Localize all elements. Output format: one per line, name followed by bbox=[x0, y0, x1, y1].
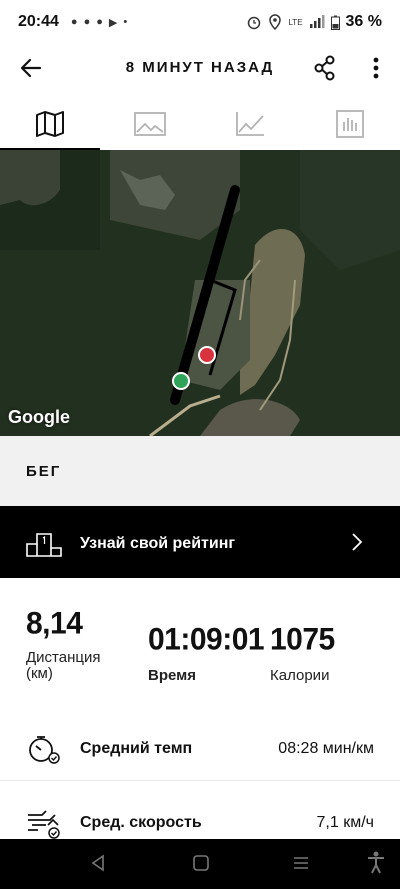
route-end-marker bbox=[198, 346, 216, 364]
route-start-marker bbox=[172, 372, 190, 390]
calories-value: 1075 bbox=[270, 622, 335, 657]
image-icon bbox=[134, 112, 166, 136]
map-icon bbox=[36, 111, 64, 137]
page-title: 8 МИНУТ НАЗАД bbox=[125, 59, 275, 76]
accessibility-icon[interactable] bbox=[366, 851, 386, 875]
battery-percent: 36 % bbox=[345, 13, 382, 30]
distance-value: 8,14 bbox=[26, 606, 83, 641]
system-nav-bar bbox=[0, 839, 400, 889]
avg-speed-label: Сред. скорость bbox=[80, 814, 202, 831]
app-bar: 8 МИНУТ НАЗАД bbox=[0, 44, 400, 92]
alarm-icon bbox=[248, 16, 261, 30]
rating-label: Узнай свой рейтинг bbox=[80, 535, 236, 552]
distance-label: Дистанция (км) bbox=[26, 650, 100, 682]
view-tabs bbox=[0, 98, 400, 151]
share-icon[interactable] bbox=[312, 54, 338, 82]
more-vertical-icon[interactable] bbox=[366, 54, 386, 82]
calories-stat: 1075 Калории bbox=[270, 622, 335, 684]
distance-stat: 8,14 Дистанция (км) bbox=[26, 606, 100, 682]
nav-home-icon[interactable] bbox=[192, 854, 210, 872]
tab-map[interactable] bbox=[0, 98, 100, 151]
tab-photos[interactable] bbox=[100, 98, 200, 150]
dot-icon: • bbox=[123, 16, 128, 28]
bar-chart-icon bbox=[336, 110, 364, 138]
stopwatch-icon bbox=[29, 736, 60, 764]
route-map[interactable]: Google bbox=[0, 150, 400, 436]
activity-type-bar: БЕГ bbox=[0, 436, 400, 506]
avg-pace-row: Средний темп 08:28 мин/км bbox=[0, 716, 400, 781]
line-chart-icon bbox=[236, 112, 264, 136]
chat-icon: ● bbox=[70, 16, 78, 28]
tab-graph[interactable] bbox=[200, 98, 300, 150]
status-time: 20:44 bbox=[18, 13, 59, 30]
battery-icon bbox=[330, 15, 340, 30]
speed-lines-icon bbox=[28, 810, 60, 839]
nav-recents-icon[interactable] bbox=[292, 854, 310, 872]
youtube-icon: ▶ bbox=[108, 16, 118, 29]
avg-speed-value: 7,1 км/ч bbox=[316, 814, 374, 831]
distance-unit: (км) bbox=[26, 665, 53, 682]
signal-icon bbox=[309, 15, 325, 28]
message-icon: ● bbox=[83, 16, 91, 28]
calories-label: Калории bbox=[270, 667, 330, 684]
summary-stats: 8,14 Дистанция (км) 01:09:01 Время 1075 … bbox=[0, 606, 400, 696]
tab-splits[interactable] bbox=[300, 98, 400, 150]
avg-pace-value: 08:28 мин/км bbox=[278, 740, 374, 757]
status-bar: 20:44 ● ● ● ▶ • LTE 36 % bbox=[0, 0, 400, 44]
network-type: LTE bbox=[288, 17, 303, 27]
avg-pace-label: Средний темп bbox=[80, 740, 193, 757]
time-value: 01:09:01 bbox=[148, 622, 265, 657]
time-stat: 01:09:01 Время bbox=[148, 622, 265, 684]
podium-icon bbox=[26, 533, 62, 557]
satellite-map-image bbox=[0, 150, 400, 436]
activity-type: БЕГ bbox=[26, 463, 62, 480]
nav-back-icon[interactable] bbox=[90, 854, 106, 872]
chevron-right-icon bbox=[352, 533, 363, 551]
message-icon: ● bbox=[96, 16, 103, 28]
distance-label-text: Дистанция bbox=[26, 649, 101, 666]
rating-banner[interactable]: Узнай свой рейтинг bbox=[0, 506, 400, 578]
location-icon bbox=[269, 14, 282, 30]
time-label: Время bbox=[148, 667, 196, 684]
map-attribution: Google bbox=[8, 407, 70, 427]
